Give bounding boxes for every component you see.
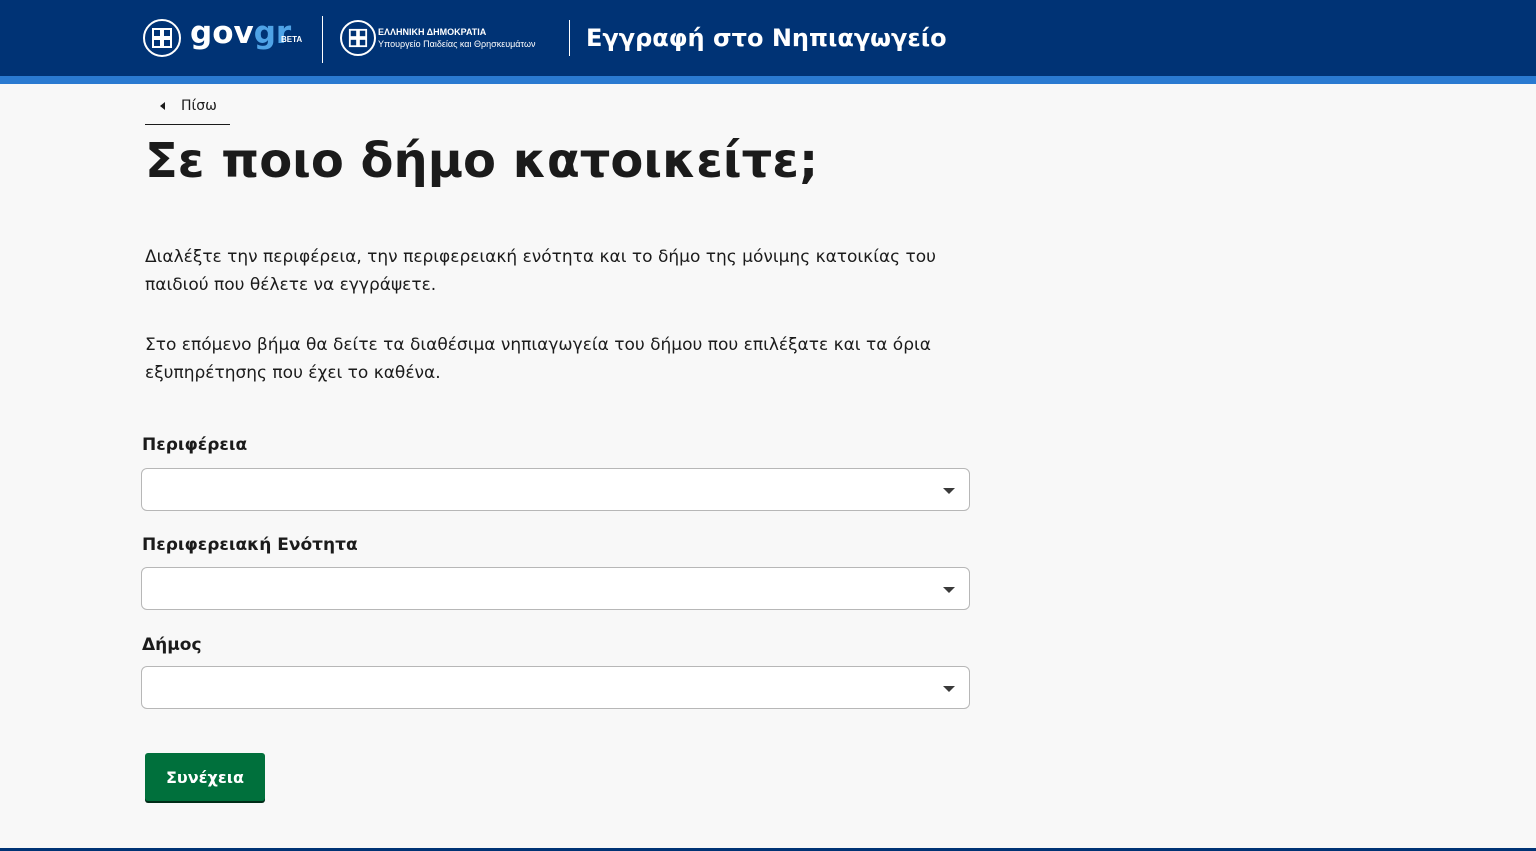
next-step-paragraph: Στο επόμενο βήμα θα δείτε τα διαθέσιμα ν… [145,335,931,383]
back-label: Πίσω [181,98,217,114]
ministry-name: Υπουργείο Παιδείας και Θρησκευμάτων [378,39,536,49]
greek-emblem-icon [143,19,181,57]
regional-unit-select[interactable] [141,567,970,610]
ministry-logo: ΕΛΛΗΝΙΚΗ ΔΗΜΟΚΡΑΤΙΑ Υπουργείο Παιδείας κ… [378,26,535,50]
chevron-left-icon [160,102,165,110]
caret-down-icon [943,587,955,593]
caret-down-icon [943,488,955,494]
header-divider-2 [569,20,570,56]
municipality-label: Δήμος [142,635,202,655]
header-stripe [0,76,1536,84]
back-link[interactable]: Πίσω [145,88,230,125]
region-label: Περιφέρεια [142,435,248,455]
region-select[interactable] [141,468,970,511]
regional-unit-label: Περιφερειακή Ενότητα [142,535,358,555]
beta-badge: BETA [281,35,303,44]
caret-down-icon [943,686,955,692]
continue-button[interactable]: Συνέχεια [145,753,265,801]
ministry-emblem-icon [340,20,376,56]
service-title[interactable]: Εγγραφή στο Νηπιαγωγείο [586,22,947,54]
site-header: govgr BETA ΕΛΛΗΝΙΚΗ ΔΗΜΟΚΡΑΤΙΑ Υπουργείο… [0,0,1536,76]
ministry-country: ΕΛΛΗΝΙΚΗ ΔΗΜΟΚΡΑΤΙΑ [378,27,487,37]
header-divider [322,16,323,63]
intro-paragraph: Διαλέξτε την περιφέρεια, την περιφερειακ… [145,247,937,295]
municipality-select[interactable] [141,666,970,709]
page-title: Σε ποιο δήμο κατοικείτε; [145,133,819,189]
govgr-logo[interactable]: govgr [190,13,291,53]
